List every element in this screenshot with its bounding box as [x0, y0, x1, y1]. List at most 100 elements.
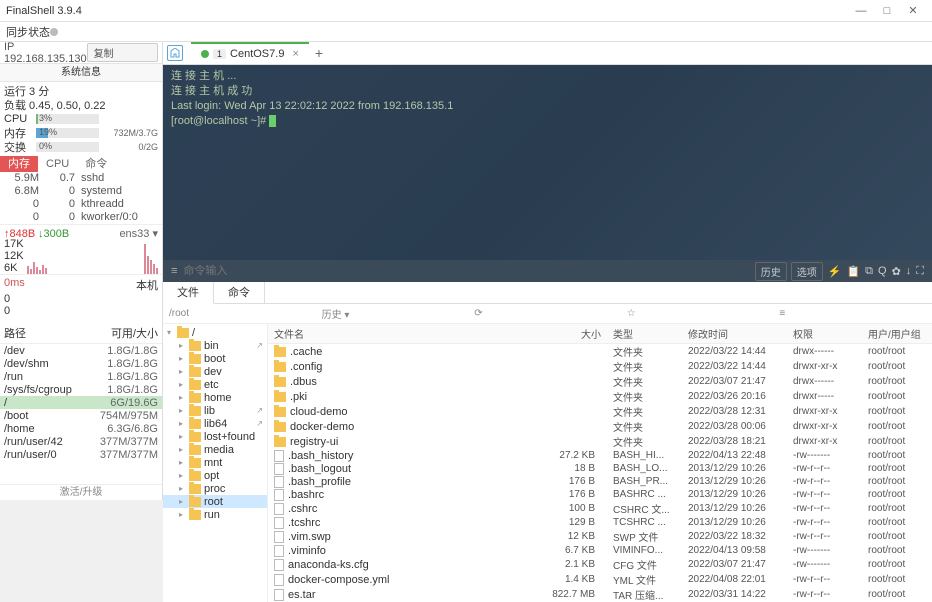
file-row[interactable]: .config文件夹2022/03/22 14:44drwxr-xr-xroot… — [268, 359, 932, 374]
tree-node[interactable]: ▸proc — [163, 482, 267, 495]
process-row[interactable]: 5.9M0.7sshd — [0, 172, 162, 185]
file-row[interactable]: .bashrc176 BBASHRC ...2013/12/29 10:26-r… — [268, 488, 932, 501]
sync-dot-icon — [50, 28, 58, 36]
file-row[interactable]: .bash_history27.2 KBBASH_HI...2022/04/13… — [268, 449, 932, 462]
add-tab-button[interactable]: + — [315, 45, 323, 61]
upgrade-link[interactable]: 激活/升级 — [0, 484, 162, 500]
file-row[interactable]: .viminfo6.7 KBVIMINFO...2022/04/13 09:58… — [268, 544, 932, 557]
fm-tab-cmd[interactable]: 命令 — [214, 282, 265, 303]
metrics: 运行 3 分 负载 0.45, 0.50, 0.22 CPU 3% 内存 19%… — [0, 82, 162, 156]
folder-icon — [189, 341, 201, 351]
disk-row[interactable]: /boot754M/975M — [0, 409, 162, 422]
tree-node[interactable]: ▸mnt — [163, 456, 267, 469]
tab-cpu[interactable]: CPU — [38, 156, 77, 172]
disk-row[interactable]: /dev/shm1.8G/1.8G — [0, 357, 162, 370]
tree-node[interactable]: ▸home — [163, 391, 267, 404]
col-mtime[interactable]: 修改时间 — [682, 324, 787, 344]
bookmark-icon[interactable]: ☆ — [627, 308, 774, 319]
tree-node[interactable]: ▸lib64↗ — [163, 417, 267, 430]
file-row[interactable]: .tcshrc129 BTCSHRC ...2013/12/29 10:26-r… — [268, 516, 932, 529]
file-row[interactable]: registry-ui文件夹2022/03/28 18:21drwxr-xr-x… — [268, 434, 932, 449]
col-size[interactable]: 大小 — [537, 324, 607, 344]
folder-icon — [189, 445, 201, 455]
home-icon[interactable] — [167, 45, 183, 61]
download-icon[interactable]: ↓ — [906, 265, 912, 277]
file-row[interactable]: .cache文件夹2022/03/22 14:44drwx------root/… — [268, 344, 932, 360]
cpu-label: CPU — [4, 113, 32, 125]
tree-node[interactable]: ▸media — [163, 443, 267, 456]
minimize-button[interactable]: — — [848, 5, 874, 17]
disk-row[interactable]: /run/user/0377M/377M — [0, 448, 162, 461]
col-type[interactable]: 类型 — [607, 324, 682, 344]
clipboard-icon[interactable]: 📋 — [846, 265, 860, 278]
net-iface[interactable]: ens33 ▾ — [119, 227, 158, 240]
tree-node[interactable]: ▸run — [163, 508, 267, 521]
ip-address: IP 192.168.135.130 — [4, 41, 87, 65]
tree-node[interactable]: ▸etc — [163, 378, 267, 391]
fm-tab-files[interactable]: 文件 — [163, 282, 214, 304]
col-name[interactable]: 文件名 — [268, 324, 537, 344]
disk-row[interactable]: /run/user/42377M/377M — [0, 435, 162, 448]
file-row[interactable]: .dbus文件夹2022/03/07 21:47drwx------root/r… — [268, 374, 932, 389]
disk-row[interactable]: /run1.8G/1.8G — [0, 370, 162, 383]
copy-button[interactable]: 复制 — [87, 43, 158, 62]
process-row[interactable]: 00kthreadd — [0, 198, 162, 211]
disk-row[interactable]: /dev1.8G/1.8G — [0, 344, 162, 357]
tree-node[interactable]: ▸bin↗ — [163, 339, 267, 352]
tree-node[interactable]: ▸opt — [163, 469, 267, 482]
folder-icon — [189, 432, 201, 442]
folder-icon — [189, 510, 201, 520]
file-row[interactable]: anaconda-ks.cfg2.1 KBCFG 文件2022/03/07 21… — [268, 557, 932, 572]
disk-row[interactable]: /home6.3G/6.8G — [0, 422, 162, 435]
tab-close-icon[interactable]: × — [292, 48, 298, 60]
gear-icon[interactable]: ✿ — [892, 265, 901, 278]
search-icon[interactable]: Q — [878, 265, 887, 277]
tree-node[interactable]: ▸boot — [163, 352, 267, 365]
disk-row[interactable]: /6G/19.6G — [0, 396, 162, 409]
file-row[interactable]: docker-demo文件夹2022/03/28 00:06drwxr-xr-x… — [268, 419, 932, 434]
tree-node[interactable]: ▸dev — [163, 365, 267, 378]
folder-icon — [189, 497, 201, 507]
col-owner[interactable]: 用户/用户组 — [862, 324, 932, 344]
tree-node[interactable]: ▾/ — [163, 326, 267, 339]
col-perm[interactable]: 权限 — [787, 324, 862, 344]
tab-mem[interactable]: 内存 — [0, 156, 38, 172]
file-row[interactable]: docker-compose.yml1.4 KBYML 文件2022/04/08… — [268, 572, 932, 587]
process-row[interactable]: 00kworker/0:0 — [0, 211, 162, 224]
path-text[interactable]: /root — [169, 308, 316, 319]
disk-row[interactable]: /sys/fs/cgroup1.8G/1.8G — [0, 383, 162, 396]
tree-node[interactable]: ▸lost+found — [163, 430, 267, 443]
tab-bar: 1 CentOS7.9 × + — [163, 42, 932, 65]
process-row[interactable]: 6.8M0systemd — [0, 185, 162, 198]
cursor-icon — [269, 115, 276, 127]
copy-icon[interactable]: ⧉ — [865, 265, 873, 278]
close-button[interactable]: ✕ — [900, 4, 926, 17]
refresh-icon[interactable]: ⟳ — [474, 308, 621, 319]
expand-icon[interactable]: ⛶ — [916, 265, 924, 278]
file-row[interactable]: .bash_profile176 BBASH_PR...2013/12/29 1… — [268, 475, 932, 488]
file-row[interactable]: .pki文件夹2022/03/26 20:16drwxr-----root/ro… — [268, 389, 932, 404]
tab-cmd[interactable]: 命令 — [77, 156, 115, 172]
maximize-button[interactable]: □ — [874, 5, 900, 17]
file-row[interactable]: .cshrc100 BCSHRC 文...2013/12/29 10:26-rw… — [268, 501, 932, 516]
session-tab[interactable]: 1 CentOS7.9 × — [191, 42, 309, 64]
command-input[interactable] — [183, 265, 750, 277]
terminal[interactable]: 连 接 主 机 ... 连 接 主 机 成 功 Last login: Wed … — [163, 65, 932, 282]
content: 1 CentOS7.9 × + 连 接 主 机 ... 连 接 主 机 成 功 … — [163, 42, 932, 500]
bolt-icon[interactable]: ⚡ — [828, 265, 842, 278]
file-icon — [274, 463, 284, 475]
file-row[interactable]: cloud-demo文件夹2022/03/28 12:31drwxr-xr-xr… — [268, 404, 932, 419]
tree-node[interactable]: ▸lib↗ — [163, 404, 267, 417]
file-icon — [274, 559, 284, 571]
file-row[interactable]: es.tar822.7 MBTAR 压缩...2022/03/31 14:22-… — [268, 587, 932, 602]
options-button[interactable]: 选项 — [791, 262, 823, 281]
file-row[interactable]: .bash_logout18 BBASH_LO...2013/12/29 10:… — [268, 462, 932, 475]
tree-node[interactable]: ▸root — [163, 495, 267, 508]
net-down: ↓300B — [38, 228, 69, 240]
file-icon — [274, 574, 284, 586]
file-row[interactable]: .vim.swp12 KBSWP 文件2022/03/22 18:32-rw-r… — [268, 529, 932, 544]
menu-icon[interactable]: ≡ — [779, 308, 926, 319]
folder-icon — [189, 367, 201, 377]
history-button[interactable]: 历史 — [755, 262, 787, 281]
history-dropdown[interactable]: 历史 ▾ — [322, 306, 469, 321]
